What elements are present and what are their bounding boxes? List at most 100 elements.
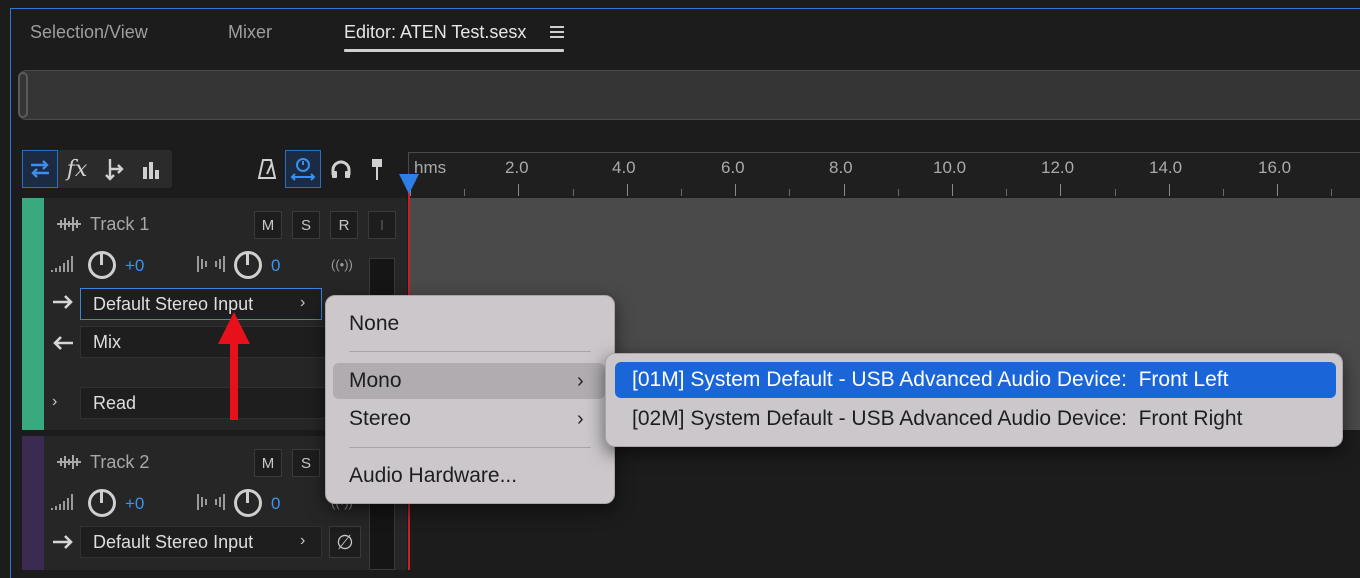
active-tab-indicator	[344, 49, 564, 52]
ruler-tick	[789, 189, 790, 196]
volume-icon	[50, 492, 76, 517]
ruler-tick-label: 14.0	[1149, 158, 1183, 177]
track-2-solo-button[interactable]: S	[292, 449, 320, 477]
volume-icon	[50, 254, 76, 279]
chevron-right-icon: ›	[300, 294, 306, 311]
input-arrow-icon	[52, 530, 74, 556]
track-1-monitor-button[interactable]: I	[368, 211, 396, 239]
pan-icon	[196, 492, 226, 517]
ruler-tick	[844, 184, 845, 196]
pan-icon	[196, 254, 226, 279]
ruler-tick	[1223, 189, 1224, 196]
ruler-tick-label: 6.0	[721, 158, 745, 177]
track-1-volume-value[interactable]: +0	[125, 256, 144, 276]
track-1-automation-label: Read	[93, 392, 137, 413]
menu-item-mono[interactable]: Mono	[333, 363, 605, 399]
track-1-name[interactable]: Track 1	[90, 214, 149, 235]
ruler-tick-label: 8.0	[829, 158, 853, 177]
menu-separator	[349, 351, 591, 352]
ruler-tick-label: 12.0	[1041, 158, 1075, 177]
metronome-icon[interactable]	[252, 150, 282, 188]
expand-chevron-icon[interactable]: ›	[52, 393, 57, 411]
track-2-pan-value[interactable]: 0	[271, 494, 280, 514]
time-stretch-icon[interactable]	[285, 150, 321, 188]
track-2-color-strip	[22, 436, 44, 570]
track-2-volume-knob[interactable]	[88, 489, 116, 517]
ruler-tick	[1331, 189, 1332, 196]
broadcast-icon: ((•))	[331, 257, 353, 272]
panel-menu-icon[interactable]	[550, 26, 564, 41]
track-2-input-selector[interactable]: Default Stereo Input	[80, 526, 322, 558]
track-1-volume-knob[interactable]	[88, 251, 116, 279]
submenu-chevron-icon: ›	[577, 370, 584, 392]
track-1-record-button[interactable]: R	[330, 211, 358, 239]
sends-icon[interactable]	[98, 150, 132, 188]
ruler-tick	[464, 189, 465, 196]
ruler-tick	[1169, 184, 1170, 196]
track-1-automation-mode[interactable]: Read	[80, 387, 328, 419]
ruler-tick-label: 16.0	[1258, 158, 1292, 177]
menu-item-stereo-label: Stereo	[349, 407, 411, 430]
submenu-chevron-icon: ›	[577, 408, 584, 430]
track-1-output-selector[interactable]: Mix	[80, 326, 328, 358]
menu-item-none-label: None	[349, 312, 400, 335]
output-arrow-icon	[52, 331, 74, 357]
track-1-pan-value[interactable]: 0	[271, 256, 280, 276]
ruler-tick	[518, 184, 519, 196]
ruler-tick	[1115, 189, 1116, 196]
menu-item-mono-label: Mono	[349, 369, 402, 392]
input-arrow-icon	[52, 290, 74, 316]
track-2-pan-knob[interactable]	[234, 489, 262, 517]
inputs-outputs-icon[interactable]	[22, 150, 58, 188]
track-1-solo-button[interactable]: S	[292, 211, 320, 239]
zoom-navigator-handle[interactable]	[18, 72, 28, 118]
headphones-icon[interactable]	[326, 150, 356, 188]
effects-icon[interactable]: fx	[60, 150, 94, 188]
menu-separator	[349, 447, 591, 448]
ruler-tick	[573, 189, 574, 196]
track-2-level-meter	[369, 496, 395, 570]
annotation-arrow-head	[218, 312, 250, 344]
submenu-item-front-right[interactable]: [02M] System Default - USB Advanced Audi…	[615, 401, 1336, 437]
eq-icon[interactable]	[134, 150, 168, 188]
ruler-tick-label: 4.0	[612, 158, 636, 177]
ruler-tick	[1006, 189, 1007, 196]
phase-invert-icon[interactable]: ∅	[329, 526, 361, 558]
marker-pin-icon[interactable]	[362, 150, 392, 188]
track-1-output-label: Mix	[93, 331, 121, 352]
track-2-input-label: Default Stereo Input	[93, 531, 254, 552]
zoom-navigator-bar[interactable]	[18, 70, 1360, 120]
waveform-icon	[56, 216, 82, 237]
track-1-color-strip	[22, 198, 44, 430]
ruler-tick	[952, 184, 953, 196]
menu-item-none[interactable]: None	[335, 306, 605, 342]
playhead-handle[interactable]	[399, 174, 419, 194]
track-2-name[interactable]: Track 2	[90, 452, 149, 473]
submenu-item-front-left-label: [01M] System Default - USB Advanced Audi…	[632, 368, 1229, 391]
track-2-mute-button[interactable]: M	[254, 449, 282, 477]
menu-item-stereo[interactable]: Stereo	[333, 401, 605, 437]
track-2-volume-value[interactable]: +0	[125, 494, 144, 514]
tab-editor[interactable]: Editor: ATEN Test.sesx	[344, 22, 526, 43]
menu-item-audio-hardware-label: Audio Hardware...	[349, 464, 518, 487]
ruler-tick	[627, 184, 628, 196]
annotation-arrow-shaft	[230, 340, 238, 420]
waveform-icon	[56, 454, 82, 475]
tab-selection-view[interactable]: Selection/View	[30, 22, 148, 43]
ruler-tick	[1060, 184, 1061, 196]
ruler-tick	[898, 189, 899, 196]
submenu-item-front-left[interactable]: [01M] System Default - USB Advanced Audi…	[615, 362, 1336, 398]
track-1-mute-button[interactable]: M	[254, 211, 282, 239]
ruler-tick	[681, 189, 682, 196]
ruler-tick	[1277, 184, 1278, 196]
ruler-tick-label: 10.0	[933, 158, 967, 177]
menu-item-audio-hardware[interactable]: Audio Hardware...	[333, 458, 605, 494]
track-1-input-selector[interactable]: Default Stereo Input	[80, 288, 322, 320]
track-1-pan-knob[interactable]	[234, 251, 262, 279]
tab-mixer[interactable]: Mixer	[228, 22, 272, 43]
submenu-item-front-right-label: [02M] System Default - USB Advanced Audi…	[632, 407, 1243, 430]
ruler-tick-label: 2.0	[505, 158, 529, 177]
ruler-tick	[735, 184, 736, 196]
timeline-ruler[interactable]	[408, 152, 1360, 196]
chevron-right-icon: ›	[300, 532, 306, 549]
